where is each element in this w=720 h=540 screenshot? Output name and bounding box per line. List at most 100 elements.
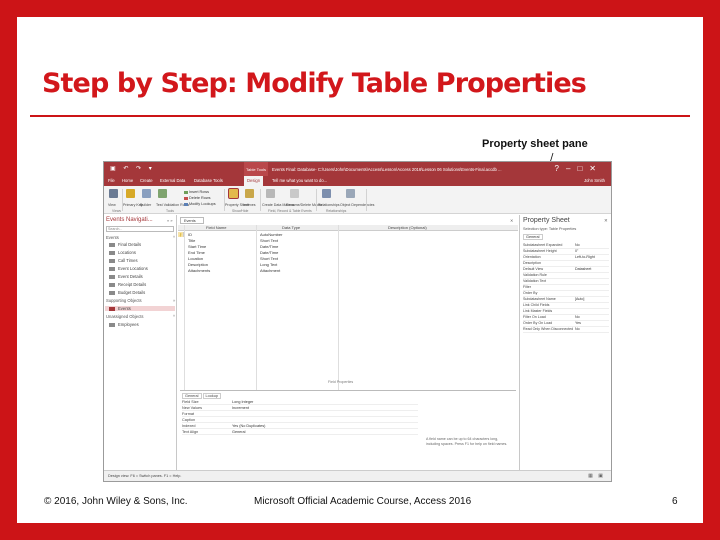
window-controls[interactable]: ?–□✕ xyxy=(555,164,603,173)
selection-type: Selection type: Table Properties xyxy=(523,227,577,231)
nav-search-input[interactable]: Search... xyxy=(106,226,174,232)
nav-group-supporting-objects[interactable]: Supporting Objects» xyxy=(106,298,175,303)
tab-design[interactable]: Design xyxy=(244,176,264,186)
nav-item[interactable]: Event Details xyxy=(109,274,143,279)
property-row[interactable]: Orientation Left-to-Right xyxy=(523,255,609,261)
test-validation-icon xyxy=(158,189,167,198)
property-row[interactable]: Read Only When Disconnected No xyxy=(523,327,609,333)
nav-item[interactable]: Budget Details xyxy=(109,290,145,295)
property-row[interactable]: Validation Rule xyxy=(523,273,609,279)
property-row[interactable]: Subdatasheet Height 0" xyxy=(523,249,609,255)
table-row-type[interactable]: Date/Time xyxy=(260,244,278,249)
relationships-button[interactable] xyxy=(320,189,333,202)
property-row[interactable]: Subdatasheet Expanded No xyxy=(523,243,609,249)
minimize-icon[interactable]: – xyxy=(566,164,577,173)
view-button[interactable] xyxy=(107,189,120,202)
modify-lookups-button[interactable]: Modify Lookups xyxy=(184,202,216,206)
table-row-type[interactable]: Long Text xyxy=(260,262,277,267)
tab-create[interactable]: Create xyxy=(140,178,153,183)
help-icon[interactable]: ? xyxy=(555,164,566,173)
tab-lookup[interactable]: Lookup xyxy=(202,393,221,399)
table-row[interactable]: Location xyxy=(188,256,203,261)
field-properties-tabs: General Lookup xyxy=(182,393,222,399)
document-tab[interactable]: Events xyxy=(180,217,204,224)
table-row-type[interactable]: Short Text xyxy=(260,238,278,243)
tell-me-box[interactable]: Tell me what you want to do... xyxy=(272,178,327,183)
property-row[interactable]: Validation Text xyxy=(523,279,609,285)
insert-rows-button[interactable]: Insert Rows xyxy=(184,190,209,194)
nav-group-unassigned-objects[interactable]: Unassigned Objects ^ xyxy=(106,314,175,319)
property-row[interactable]: Filter On Load No xyxy=(523,315,609,321)
column-header-field-name: Field Name xyxy=(206,225,227,230)
indexes-label: Indexes xyxy=(243,203,256,207)
close-icon[interactable]: ✕ xyxy=(589,164,603,173)
field-property-row[interactable]: Field Size Long Integer xyxy=(182,400,418,405)
property-sheet-button[interactable] xyxy=(227,188,240,202)
nav-item[interactable]: Final Details xyxy=(109,242,141,247)
ribbon: View Primary Key Builder Test Validation… xyxy=(104,186,611,214)
close-property-sheet-icon[interactable]: ✕ xyxy=(604,218,608,224)
property-row[interactable]: Subdatasheet Name [Auto] xyxy=(523,297,609,303)
chevron-up-icon: ^ xyxy=(173,235,175,240)
field-property-row[interactable]: Indexed Yes (No Duplicates) xyxy=(182,424,418,429)
builder-button[interactable] xyxy=(140,189,153,202)
property-row[interactable]: Default View Datasheet xyxy=(523,267,609,273)
ribbon-tabs: File Home Create External Data Database … xyxy=(104,176,611,186)
object-dependencies-button[interactable] xyxy=(344,189,357,202)
form-icon xyxy=(109,290,115,295)
tab-external-data[interactable]: External Data xyxy=(160,178,185,183)
tab-general[interactable]: General xyxy=(182,393,202,399)
group-tools: Tools xyxy=(166,209,174,213)
quick-access-toolbar[interactable]: ▣ ↶ ↷ ▾ xyxy=(110,165,155,172)
tab-file[interactable]: File xyxy=(108,178,115,183)
column-header-data-type: Data Type xyxy=(282,225,301,230)
nav-group-events[interactable]: Events ^ xyxy=(106,235,175,240)
nav-item[interactable]: Employees xyxy=(109,322,139,327)
table-row-type[interactable]: Short Text xyxy=(260,256,278,261)
view-switcher-icon[interactable]: ▦ ▣ xyxy=(588,473,605,479)
form-icon xyxy=(109,274,115,279)
table-row[interactable]: Description xyxy=(188,262,208,267)
nav-item-selected[interactable]: Events xyxy=(105,306,175,311)
field-property-row[interactable]: Format xyxy=(182,412,418,417)
primary-key-button[interactable] xyxy=(124,189,137,202)
nav-pane-toggle-icon[interactable]: « » xyxy=(167,218,173,223)
nav-item[interactable]: Event Locations xyxy=(109,266,148,271)
nav-item[interactable]: Receipt Details xyxy=(109,282,146,287)
rename-delete-macro-button[interactable] xyxy=(288,189,301,202)
table-row[interactable]: Title xyxy=(188,238,195,243)
indexes-icon xyxy=(245,189,254,198)
table-row-type[interactable]: Attachment xyxy=(260,268,280,273)
status-bar: Design view. F6 = Switch panes. F1 = Hel… xyxy=(104,470,611,481)
maximize-icon[interactable]: □ xyxy=(577,164,589,173)
close-document-icon[interactable]: ✕ xyxy=(510,218,513,223)
delete-rows-icon xyxy=(184,196,188,200)
property-row[interactable]: Link Child Fields xyxy=(523,303,609,309)
tab-database-tools[interactable]: Database Tools xyxy=(194,178,223,183)
design-grid-header: Field Name Data Type Description (Option… xyxy=(178,225,518,231)
delete-rows-button[interactable]: Delete Rows xyxy=(184,196,211,200)
table-row[interactable]: Attachments xyxy=(188,268,210,273)
table-row[interactable]: ID xyxy=(188,232,192,237)
property-row[interactable]: Filter xyxy=(523,285,609,291)
table-row[interactable]: End Time xyxy=(188,250,205,255)
property-row[interactable]: Order By xyxy=(523,291,609,297)
nav-item[interactable]: Call Times xyxy=(109,258,138,263)
create-data-macros-button[interactable] xyxy=(264,189,277,202)
property-row[interactable]: Order By On Load Yes xyxy=(523,321,609,327)
field-property-row[interactable]: Text Align General xyxy=(182,430,418,435)
field-property-row[interactable]: Caption xyxy=(182,418,418,423)
table-row-type[interactable]: AutoNumber xyxy=(260,232,282,237)
field-property-row[interactable]: New Values Increment xyxy=(182,406,418,411)
property-sheet-tab-general[interactable]: General xyxy=(523,234,543,240)
tab-home[interactable]: Home xyxy=(122,178,133,183)
nav-pane-header[interactable]: Events Navigati... xyxy=(106,217,153,223)
table-row-type[interactable]: Date/Time xyxy=(260,250,278,255)
property-row[interactable]: Description xyxy=(523,261,609,267)
property-row[interactable]: Link Master Fields xyxy=(523,309,609,315)
table-row[interactable]: Start Time xyxy=(188,244,206,249)
indexes-button[interactable] xyxy=(243,189,256,202)
user-name[interactable]: John Smith xyxy=(584,178,605,183)
nav-item[interactable]: Locations xyxy=(109,250,136,255)
test-validation-button[interactable] xyxy=(156,189,169,202)
